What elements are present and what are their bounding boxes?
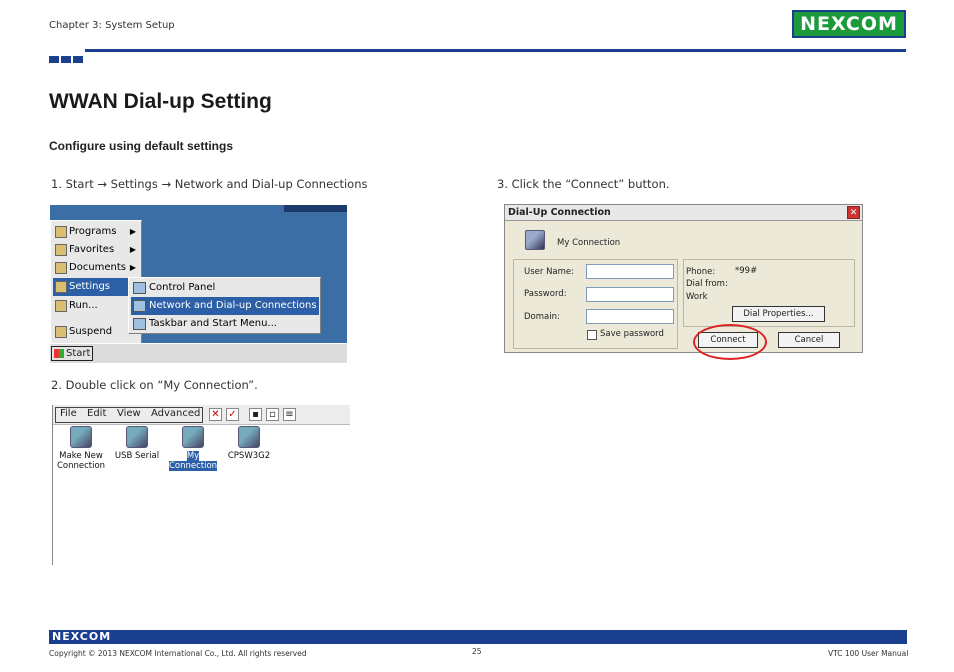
step-1: 1. Start → Settings → Network and Dial-u… [51, 177, 368, 191]
menu-edit[interactable]: Edit [87, 408, 106, 419]
documents-icon [55, 262, 67, 274]
submenu-arrow-icon: ▶ [129, 245, 136, 254]
nexcom-logo: NEXCOM [792, 10, 906, 38]
save-password-checkbox[interactable] [587, 330, 597, 340]
wizard-icon [70, 426, 92, 448]
phone-value: *99# [735, 266, 758, 276]
highlight-ring [693, 324, 767, 360]
close-icon[interactable]: ✕ [847, 206, 860, 219]
submenu-taskbar[interactable]: Taskbar and Start Menu... [131, 315, 319, 333]
phone-connection-icon [126, 426, 148, 448]
footer-logo: NEXCOM [52, 630, 112, 643]
menu-advanced[interactable]: Advanced [151, 408, 200, 419]
menu-file[interactable]: File [60, 408, 77, 419]
desktop-topbar [284, 205, 347, 212]
network-connection-icon [182, 426, 204, 448]
network-icon [133, 300, 146, 312]
start-menu-screenshot: Programs ▶ Favorites ▶ Documents ▶ Settings… [50, 205, 347, 363]
large-icons-view-icon[interactable]: ▪ [249, 408, 262, 421]
step-3: 3. Click the “Connect” button. [497, 177, 670, 191]
page-number: 25 [472, 647, 482, 656]
icon-cpsw3g2[interactable]: CPSW3G2 [223, 426, 275, 461]
domain-label: Domain: [524, 312, 560, 322]
icon-my-connection[interactable]: My Connection [167, 426, 219, 471]
suspend-icon [55, 326, 67, 338]
explorer-screenshot: File Edit View Advanced ✕ ✓ ▪ ▫ ≡ Make N… [52, 405, 350, 565]
menu-item-suspend[interactable]: Suspend [53, 323, 139, 341]
icon-make-new-connection[interactable]: Make New Connection [55, 426, 107, 471]
password-field[interactable] [586, 287, 674, 302]
menu-item-documents[interactable]: Documents ▶ [53, 259, 139, 277]
windows-flag-icon [54, 349, 64, 358]
settings-submenu: Control Panel Network and Dial-up Connec… [128, 277, 321, 334]
menu-item-settings[interactable]: Settings [53, 278, 139, 296]
properties-icon[interactable]: ✓ [226, 408, 239, 421]
dial-properties-button[interactable]: Dial Properties... [732, 306, 825, 322]
cancel-button[interactable]: Cancel [778, 332, 840, 348]
step-2: 2. Double click on “My Connection”. [51, 378, 258, 392]
programs-icon [55, 226, 67, 238]
delete-icon[interactable]: ✕ [209, 408, 222, 421]
save-password-label: Save password [600, 329, 664, 339]
menu-item-favorites[interactable]: Favorites ▶ [53, 241, 139, 259]
taskbar-icon [133, 318, 146, 330]
icon-usb-serial[interactable]: USB Serial [111, 426, 163, 461]
small-icons-view-icon[interactable]: ▫ [266, 408, 279, 421]
user-name-label: User Name: [524, 267, 575, 277]
lan-connection-icon [238, 426, 260, 448]
control-panel-icon [133, 282, 146, 294]
copyright: Copyright © 2013 NEXCOM International Co… [49, 649, 307, 658]
manual-title: VTC 100 User Manual [828, 649, 909, 658]
domain-field[interactable] [586, 309, 674, 324]
menu-view[interactable]: View [117, 408, 141, 419]
dial-from-label: Dial from: [686, 279, 728, 289]
dialup-dialog-screenshot: Dial-Up Connection ✕ My Connection User … [504, 204, 863, 353]
start-button[interactable]: Start [51, 346, 93, 361]
password-label: Password: [524, 289, 567, 299]
chapter-label: Chapter 3: System Setup [49, 20, 175, 31]
connection-name: My Connection [557, 238, 621, 248]
section-subtitle: Configure using default settings [49, 139, 234, 153]
menu-item-run[interactable]: Run... [53, 297, 139, 315]
run-icon [55, 300, 67, 312]
dialog-title: Dial-Up Connection [505, 205, 862, 221]
taskbar: Start [50, 343, 347, 363]
submenu-control-panel[interactable]: Control Panel [131, 279, 319, 297]
phone-label: Phone: [686, 267, 716, 277]
user-name-field[interactable] [586, 264, 674, 279]
footer-bar: NEXCOM [49, 630, 907, 644]
submenu-network-dialup[interactable]: Network and Dial-up Connections [131, 297, 319, 315]
settings-icon [55, 281, 67, 293]
explorer-toolbar: File Edit View Advanced ✕ ✓ ▪ ▫ ≡ [53, 405, 350, 425]
favorites-icon [55, 244, 67, 256]
dial-from-value: Work [686, 292, 708, 302]
header-blocks [49, 48, 85, 67]
submenu-arrow-icon: ▶ [129, 263, 136, 272]
details-view-icon[interactable]: ≡ [283, 408, 296, 421]
header-rule [85, 49, 906, 52]
connection-icon [525, 230, 545, 250]
submenu-arrow-icon: ▶ [129, 227, 136, 236]
menu-item-programs[interactable]: Programs ▶ [53, 223, 139, 241]
page-title: WWAN Dial-up Setting [49, 90, 272, 113]
